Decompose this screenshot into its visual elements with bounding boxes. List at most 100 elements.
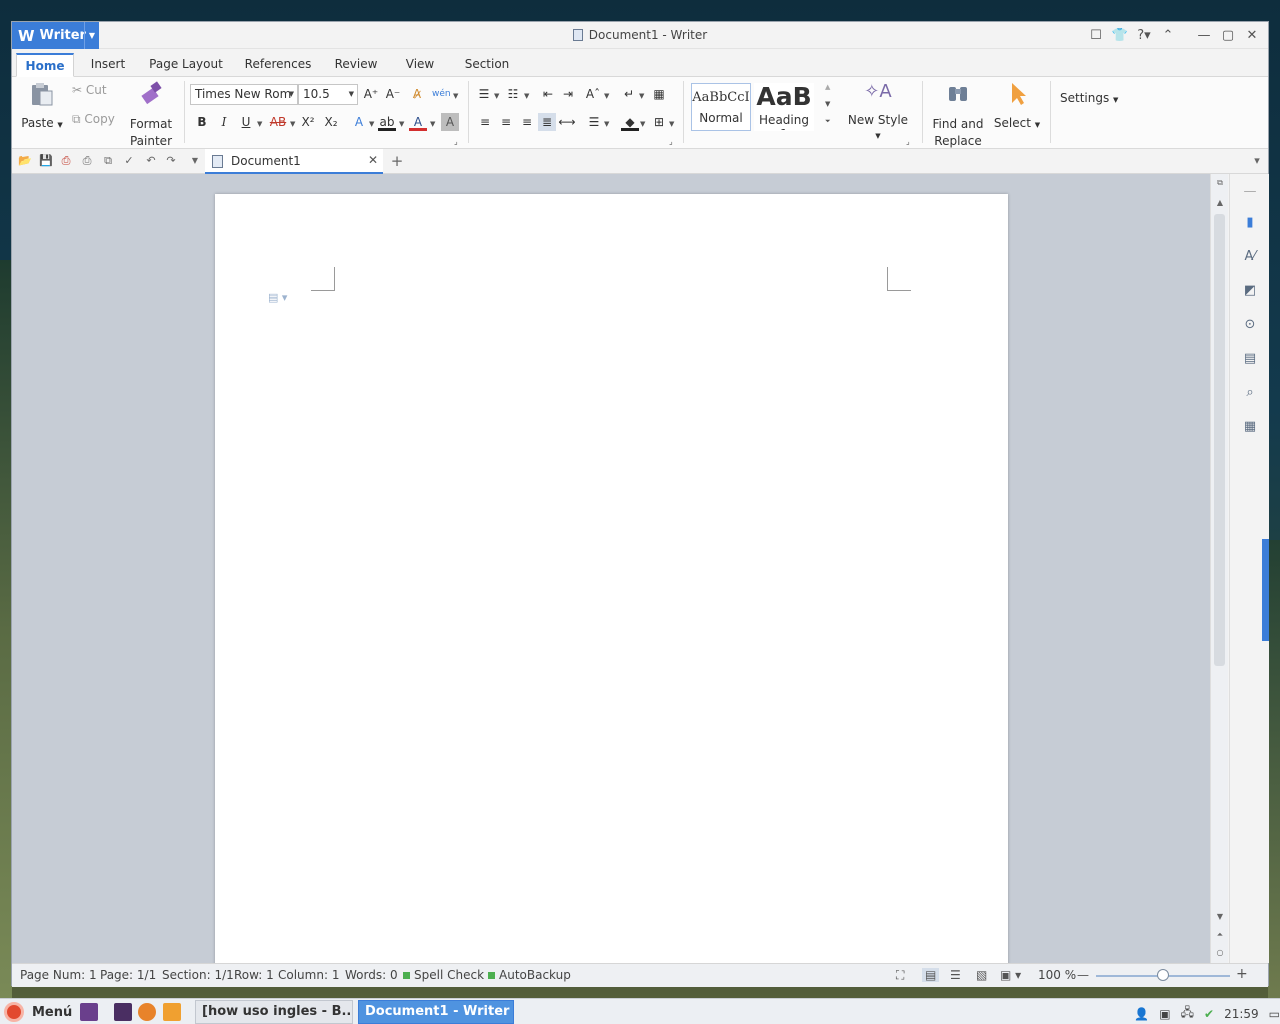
tab-insert[interactable]: Insert — [80, 53, 136, 77]
increase-indent-icon[interactable]: ⇥ — [559, 85, 577, 103]
align-right-icon[interactable]: ≡ — [518, 113, 536, 131]
styles-more-icon[interactable]: ⏷ — [825, 117, 831, 126]
clock[interactable]: 21:59 — [1224, 1007, 1259, 1021]
web-layout-icon[interactable]: ▧ — [976, 968, 987, 982]
format-painter-button[interactable]: Format Painter — [124, 81, 178, 150]
style-normal[interactable]: AaBbCcI Normal — [691, 83, 751, 131]
chevron-down-icon[interactable]: ▼ — [639, 92, 644, 100]
document-editor-area[interactable]: ▤ ▾ — [12, 174, 1210, 963]
chevron-down-icon[interactable]: ▼ — [669, 120, 674, 128]
scrollbar-thumb[interactable] — [1214, 214, 1225, 666]
paragraph-dialog-launcher-icon[interactable]: ⌟ — [669, 137, 673, 146]
copy-button[interactable]: ⧉ Copy — [72, 112, 115, 127]
font-dialog-launcher-icon[interactable]: ⌟ — [454, 137, 458, 146]
full-screen-icon[interactable]: ⛶ — [896, 968, 904, 983]
chevron-down-icon[interactable]: ▼ — [369, 120, 374, 128]
undo-icon[interactable]: ↶ — [144, 154, 158, 168]
status-page-num[interactable]: Page Num: 1 — [20, 968, 97, 982]
grow-font-icon[interactable]: A⁺ — [362, 85, 380, 103]
chevron-down-icon[interactable]: ▼ — [494, 92, 499, 100]
feedback-icon[interactable]: ☐ — [1086, 25, 1106, 45]
close-icon[interactable]: ✕ — [1242, 25, 1262, 45]
italic-icon[interactable]: I — [215, 113, 233, 131]
text-effect-icon[interactable]: A — [350, 113, 368, 131]
superscript-icon[interactable]: X² — [299, 113, 317, 131]
zoom-slider-handle[interactable] — [1157, 969, 1169, 981]
select-browse-object-icon[interactable]: ○ — [1211, 948, 1229, 957]
tab-home[interactable]: Home — [16, 53, 74, 77]
tab-review[interactable]: Review — [328, 53, 384, 77]
font-size-select[interactable]: 10.5 ▼ — [298, 84, 358, 105]
strikethrough-icon[interactable]: AB — [266, 113, 290, 131]
start-menu-button[interactable]: Menú — [4, 1002, 72, 1022]
chevron-down-icon[interactable]: ▼ — [399, 120, 404, 128]
underline-icon[interactable]: U — [237, 113, 255, 131]
tab-references[interactable]: References — [236, 53, 320, 77]
previous-page-icon[interactable]: ⏶ — [1211, 930, 1229, 940]
chevron-down-icon[interactable]: ▼ — [604, 120, 609, 128]
tab-section[interactable]: Section — [458, 53, 516, 77]
tab-view[interactable]: View — [396, 53, 444, 77]
chevron-down-icon[interactable]: ▼ — [257, 120, 262, 128]
maximize-icon[interactable]: ▢ — [1218, 25, 1238, 45]
user-icon[interactable]: 👤 — [1134, 1007, 1149, 1021]
align-left-icon[interactable]: ≡ — [476, 113, 494, 131]
character-shading-icon[interactable]: A — [441, 113, 459, 131]
borders-icon[interactable]: ⊞ — [650, 113, 668, 131]
status-words[interactable]: Words: 0 — [345, 968, 398, 982]
subscript-icon[interactable]: X₂ — [322, 113, 340, 131]
side-panel-handle[interactable] — [1262, 539, 1269, 641]
new-style-button[interactable]: ✧A New Style ▼ — [844, 81, 912, 141]
chevron-down-icon[interactable]: ▼ — [430, 120, 435, 128]
new-tab-plus-icon[interactable]: + — [390, 154, 404, 169]
redo-icon[interactable]: ↷ — [164, 154, 178, 168]
decrease-indent-icon[interactable]: ⇤ — [539, 85, 557, 103]
line-spacing-icon[interactable]: ☰ — [585, 113, 603, 131]
vertical-scrollbar[interactable]: ⧉ ▲ ▼ ⏶ ○ ⏷ — [1210, 174, 1229, 973]
zoom-level[interactable]: 100 % — [1038, 968, 1076, 982]
shading-icon[interactable]: ◆ — [621, 113, 639, 131]
numbering-icon[interactable]: ☷ — [504, 85, 522, 103]
chevron-down-icon[interactable]: ▼ — [640, 120, 645, 128]
paragraph-options-icon[interactable]: ▤ ▾ — [268, 291, 287, 304]
zoom-in-icon[interactable]: + — [1236, 966, 1248, 982]
skin-icon[interactable]: 👕 — [1110, 25, 1130, 45]
outline-view-icon[interactable]: ☰ — [950, 968, 961, 982]
panel-collapse-icon[interactable]: — — [1242, 184, 1258, 200]
minimize-icon[interactable]: — — [1194, 25, 1214, 45]
find-document-icon[interactable]: ⌕ — [1242, 385, 1258, 401]
justify-icon[interactable]: ≣ — [538, 113, 556, 131]
shrink-font-icon[interactable]: A⁻ — [384, 85, 402, 103]
cut-button[interactable]: ✂ Cut — [72, 83, 107, 97]
split-view-icon[interactable]: ⧉ — [1211, 178, 1229, 188]
table-icon[interactable]: ▦ — [650, 85, 668, 103]
reading-mode-icon[interactable]: ▣ ▾ — [1000, 968, 1021, 982]
styles-scroll-down-icon[interactable]: ▼ — [825, 100, 830, 108]
tab-page-layout[interactable]: Page Layout — [146, 53, 226, 77]
desktop-launcher-icon[interactable] — [80, 1003, 98, 1021]
help-icon[interactable]: ?▾ — [1134, 25, 1154, 45]
clear-formatting-icon[interactable]: A̷ — [408, 85, 426, 103]
phonetic-guide-icon[interactable]: wén — [432, 85, 451, 103]
paste-button[interactable]: Paste ▼ — [20, 81, 64, 130]
font-color-icon[interactable]: A — [409, 113, 427, 131]
tab-list-icon[interactable]: ▾ — [1250, 154, 1264, 168]
highlight-icon[interactable]: ab — [378, 113, 396, 131]
print-icon[interactable]: ⎙ — [80, 154, 94, 168]
print-preview-icon[interactable]: ⧉ — [101, 154, 115, 168]
style-format-icon[interactable]: A⁄ — [1242, 249, 1258, 265]
document-page[interactable]: ▤ ▾ — [215, 194, 1008, 963]
text-direction-icon[interactable]: Aˆ — [584, 85, 602, 103]
page-view-icon[interactable]: ▤ — [922, 968, 940, 982]
styles-dialog-launcher-icon[interactable]: ⌟ — [906, 137, 910, 146]
spell-check-toggle[interactable]: Spell Check — [403, 968, 484, 982]
open-folder-icon[interactable]: 📂 — [18, 154, 32, 168]
align-center-icon[interactable]: ≡ — [497, 113, 515, 131]
font-name-select[interactable]: Times New Rom ▼ — [190, 84, 298, 105]
backup-icon[interactable]: ⊙ — [1242, 317, 1258, 333]
terminal-launcher-icon[interactable] — [114, 1003, 132, 1021]
select-objects-icon[interactable]: ◩ — [1242, 283, 1258, 299]
settings-button[interactable]: Settings ▼ — [1060, 91, 1118, 105]
taskbar-item-browser[interactable]: [how uso ingles - B... — [195, 1000, 353, 1024]
zoom-out-icon[interactable]: — — [1077, 968, 1089, 982]
